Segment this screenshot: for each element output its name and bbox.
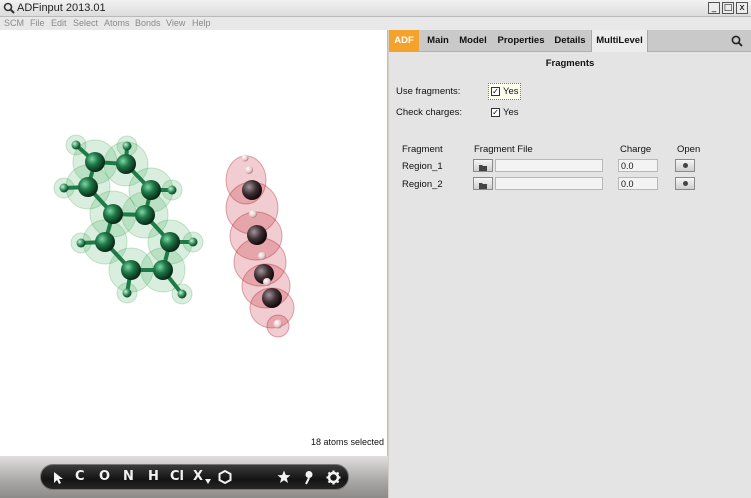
fragment-file-field-1[interactable] xyxy=(495,159,603,172)
charge-field-2[interactable]: 0.0 xyxy=(618,177,658,190)
select-arrow-icon[interactable] xyxy=(53,471,65,485)
menu-bonds[interactable]: Bonds xyxy=(135,18,161,28)
fragment-file-field-2[interactable] xyxy=(495,177,603,190)
atom-toolbar: C O N H Cl X xyxy=(40,464,349,490)
menu-select[interactable]: Select xyxy=(73,18,98,28)
star-icon[interactable] xyxy=(277,470,291,484)
fragment-region-2: Region_2 xyxy=(402,179,443,190)
tab-multilevel[interactable]: MultiLevel xyxy=(591,30,648,52)
header-open: Open xyxy=(677,144,701,155)
check-charges-label: Check charges: xyxy=(396,107,463,118)
bottom-toolbar-area: C O N H Cl X xyxy=(0,456,388,498)
tab-bar: ADF Main Model Properties Details MultiL… xyxy=(389,30,751,52)
selection-status: 18 atoms selected xyxy=(310,437,384,447)
browse-folder-button-2[interactable] xyxy=(473,177,493,190)
carbon-button[interactable]: C xyxy=(75,469,85,484)
folder-icon xyxy=(479,183,487,189)
window-title: ADFinput 2013.01 xyxy=(17,2,106,14)
header-fragment: Fragment xyxy=(402,144,443,155)
app-logo-icon xyxy=(3,2,15,14)
header-fragment-file: Fragment File xyxy=(474,144,533,155)
hydrogen-button[interactable]: H xyxy=(148,469,159,484)
molecule-drawing[interactable] xyxy=(0,30,388,456)
check-charges-yes: Yes xyxy=(503,107,519,118)
maximize-button[interactable]: □ xyxy=(722,2,734,14)
fragment-region-1: Region_1 xyxy=(402,161,443,172)
tab-properties[interactable]: Properties xyxy=(493,30,549,52)
use-fragments-yes: Yes xyxy=(503,86,519,97)
header-charge: Charge xyxy=(620,144,652,155)
folder-icon xyxy=(479,165,487,171)
minimize-button[interactable]: _ xyxy=(708,2,720,14)
menu-edit[interactable]: Edit xyxy=(51,18,67,28)
ring-icon[interactable] xyxy=(218,470,232,484)
tab-details[interactable]: Details xyxy=(551,30,589,52)
nitrogen-button[interactable]: N xyxy=(123,469,134,484)
open-button-2[interactable] xyxy=(675,177,695,190)
close-button[interactable]: x xyxy=(736,2,748,14)
menu-scm[interactable]: SCM xyxy=(4,18,24,28)
menu-bar: SCM File Edit Select Atoms Bonds View He… xyxy=(0,17,751,30)
element-dropdown-icon[interactable] xyxy=(205,479,211,484)
other-element-button[interactable]: X xyxy=(193,469,203,484)
search-icon[interactable] xyxy=(731,35,743,47)
browse-folder-button-1[interactable] xyxy=(473,159,493,172)
tab-main[interactable]: Main xyxy=(423,30,453,52)
use-fragments-checkbox[interactable]: ✓ xyxy=(491,87,500,96)
menu-view[interactable]: View xyxy=(166,18,185,28)
open-button-1[interactable] xyxy=(675,159,695,172)
fragments-section-title: Fragments xyxy=(545,58,595,69)
menu-file[interactable]: File xyxy=(30,18,45,28)
oxygen-button[interactable]: O xyxy=(99,469,110,484)
pin-icon[interactable] xyxy=(303,470,315,485)
check-charges-checkbox[interactable]: ✓ xyxy=(491,108,500,117)
charge-field-1[interactable]: 0.0 xyxy=(618,159,658,172)
multilevel-panel: ADF Main Model Properties Details MultiL… xyxy=(389,30,751,498)
molecule-viewport[interactable]: 18 atoms selected C O N H Cl X xyxy=(0,30,388,498)
gear-icon[interactable] xyxy=(326,470,341,485)
adfinput-window: ADFinput 2013.01 _ □ x SCM File Edit Sel… xyxy=(0,0,751,498)
chlorine-button[interactable]: Cl xyxy=(170,469,184,484)
menu-atoms[interactable]: Atoms xyxy=(104,18,130,28)
tab-model[interactable]: Model xyxy=(457,30,489,52)
tab-adf[interactable]: ADF xyxy=(389,30,419,52)
menu-help[interactable]: Help xyxy=(192,18,211,28)
red-fragment-halos xyxy=(225,155,295,338)
use-fragments-label: Use fragments: xyxy=(396,86,461,97)
title-bar: ADFinput 2013.01 _ □ x xyxy=(0,0,751,17)
